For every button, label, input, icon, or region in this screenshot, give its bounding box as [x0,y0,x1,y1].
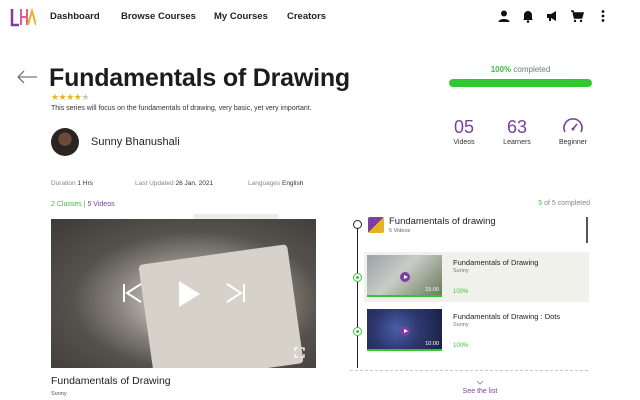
star-filled-icon: ★ [66,92,74,102]
megaphone-icon[interactable] [545,9,559,23]
fullscreen-icon[interactable] [294,347,305,358]
more-vertical-icon[interactable] [596,9,610,23]
chevron-down-icon[interactable] [476,380,484,385]
bell-icon[interactable] [521,9,535,23]
gauge-icon [563,118,583,133]
timeline-line [357,226,358,368]
meta-duration: Duration 1 Hrs [51,180,93,187]
star-empty-icon: ★ [81,92,89,102]
progress-label: 100% completed [449,65,592,74]
rating-stars: ★★★★★ [51,92,89,103]
nav-my-courses[interactable]: My Courses [214,11,268,22]
timeline-node [353,220,362,229]
separator: | [83,201,86,208]
avatar[interactable] [51,128,79,156]
updated-label: Last Updated [135,180,174,187]
video-player[interactable] [51,219,316,368]
nav-browse-courses[interactable]: Browse Courses [121,11,196,22]
user-icon[interactable] [497,9,511,23]
duration-value: 1 Hrs [77,180,93,187]
video-title: Fundamentals of Drawing [51,375,171,387]
timeline-node-done [353,327,362,336]
progress-bar [449,79,592,87]
nav-dashboard[interactable]: Dashboard [50,11,100,22]
section-title[interactable]: Fundamentals of drawing [389,216,496,227]
see-the-list-link[interactable]: See the list [455,388,505,395]
next-icon[interactable] [225,281,247,305]
divider [350,370,588,371]
top-nav: Dashboard Browse Courses My Courses Crea… [0,0,640,34]
playlist-item-progress: 100% [453,289,469,295]
playlist-item-author: Sunny [453,322,469,328]
star-filled-icon: ★ [51,92,59,102]
meta-languages: Languages English [248,180,303,187]
playlist-item[interactable]: 10:00 Fundamentals of Drawing : Dots Sun… [364,306,589,356]
learners-count: 63 [506,117,528,137]
playlist-item-title: Fundamentals of Drawing [453,258,539,267]
video-thumbnail: 15:00 [367,255,442,297]
languages-label: Languages [248,180,281,187]
video-frame-sketchbook [138,244,304,368]
classes-summary: 2 Classes | 5 Videos [51,201,115,208]
languages-value: English [281,180,304,187]
playlist-item[interactable]: 15:00 Fundamentals of Drawing Sunny 100% [364,252,589,302]
meta-updated: Last Updated 26 Jan, 2021 [135,180,213,187]
scrollbar[interactable] [586,217,588,243]
video-thumbnail: 10:00 [367,309,442,351]
nav-creators[interactable]: Creators [287,11,326,22]
progress-fill [449,79,592,87]
video-author: Sunny [51,391,67,397]
progress-text: completed [513,65,551,74]
playlist-item-progress: 100% [453,343,469,349]
logo[interactable] [10,6,36,28]
timeline-node-done [353,273,362,282]
video-duration: 10:00 [425,341,439,347]
playlist-item-title: Fundamentals of Drawing : Dots [453,312,561,321]
play-icon[interactable] [176,279,202,309]
learners-label: Learners [503,139,531,146]
updated-value: 26 Jan, 2021 [175,180,214,187]
instructor-name[interactable]: Sunny Bhanushali [91,136,180,148]
duration-label: Duration [51,180,76,187]
completed-of: of 5 [544,200,556,207]
play-icon [400,326,410,336]
classes-count: 2 Classes [51,201,82,208]
back-arrow-icon[interactable] [16,70,38,84]
play-icon [400,272,410,282]
videos-count: 05 [453,117,475,137]
videos-summary: 5 Videos [87,201,115,208]
videos-label: Videos [453,139,475,146]
cart-icon[interactable] [570,9,584,23]
page-title: Fundamentals of Drawing [49,64,350,92]
video-duration: 15:00 [425,287,439,293]
course-description: This series will focus on the fundamenta… [51,105,312,112]
previous-icon[interactable] [121,281,143,305]
completed-label: completed [557,200,590,207]
playlist-completed: 5 of 5 completed [500,200,590,207]
progress-percent: 100% [490,65,512,74]
section-thumbnail [368,217,384,233]
playlist-item-author: Sunny [453,268,469,274]
completed-count: 5 [538,200,543,207]
section-video-count: 5 Videos [389,228,411,234]
level-label: Beginner [558,139,588,146]
